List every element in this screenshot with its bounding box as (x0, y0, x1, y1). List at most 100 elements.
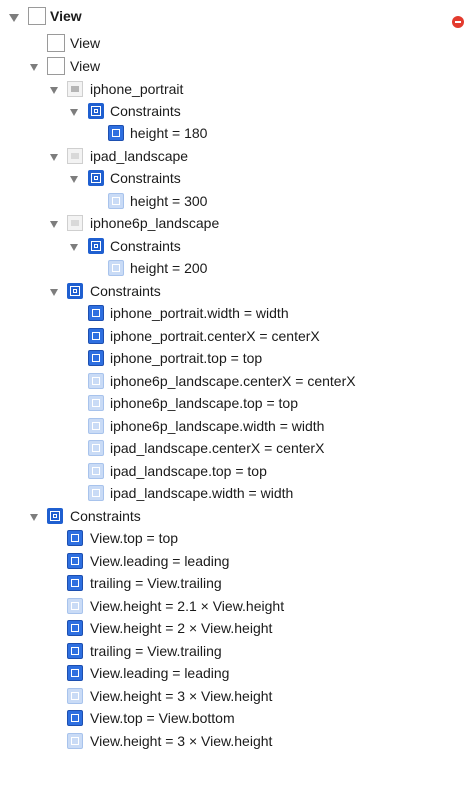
row-label: View.leading = leading (90, 553, 230, 569)
outline-row[interactable]: ipad_landscape.width = width (0, 482, 474, 504)
outline-row[interactable]: trailing = View.trailing (0, 640, 474, 662)
row-label: ipad_landscape.width = width (110, 485, 294, 501)
center-x-constraint-icon (88, 328, 104, 344)
outline-row[interactable]: iphone_portrait.centerX = centerX (0, 325, 474, 347)
row-label: View (50, 8, 82, 24)
row-label: View.height = 3 × View.height (90, 733, 273, 749)
row-label: iphone6p_landscape.centerX = centerX (110, 373, 356, 389)
row-label: View (70, 58, 101, 74)
width-constraint-icon (88, 485, 104, 501)
outline-row[interactable]: iphone6p_landscape.top = top (0, 392, 474, 414)
constraints-group-icon (88, 170, 104, 186)
outline-row[interactable]: View.leading = leading (0, 662, 474, 684)
row-label: iphone_portrait.top = top (110, 350, 263, 366)
row-label: Constraints (110, 238, 181, 254)
height-constraint-icon (108, 193, 124, 209)
outline-row[interactable]: View.leading = leading (0, 550, 474, 572)
height-constraint-icon (67, 688, 83, 704)
leading-constraint-icon (67, 665, 83, 681)
disclosure-triangle-icon[interactable] (70, 244, 78, 251)
document-outline-tree: View View View iphone_portrait Constraints he… (0, 0, 474, 786)
row-label: View (70, 35, 101, 51)
row-label: height = 200 (130, 260, 208, 276)
row-label: iphone_portrait.centerX = centerX (110, 328, 320, 344)
row-label: iphone6p_landscape.top = top (110, 395, 298, 411)
disclosure-triangle-icon[interactable] (50, 87, 58, 94)
disclosure-triangle-icon[interactable] (50, 221, 58, 228)
row-label: ipad_landscape.top = top (110, 463, 267, 479)
outline-row[interactable]: iphone6p_landscape.width = width (0, 415, 474, 437)
row-label: height = 180 (130, 125, 208, 141)
outline-row[interactable]: View.top = top (0, 527, 474, 549)
row-label: Constraints (110, 103, 181, 119)
row-label: iphone_portrait.width = width (110, 305, 289, 321)
outline-row[interactable]: View.height = 3 × View.height (0, 730, 474, 752)
outline-row[interactable]: ipad_landscape.top = top (0, 460, 474, 482)
constraints-group-icon (47, 508, 63, 524)
leading-constraint-icon (67, 553, 83, 569)
outline-row[interactable]: Constraints (0, 505, 474, 527)
row-label: ipad_landscape (90, 148, 189, 164)
disclosure-triangle-icon[interactable] (50, 154, 58, 161)
disclosure-triangle-icon[interactable] (50, 289, 58, 296)
row-label: iphone_portrait (90, 81, 184, 97)
width-constraint-icon (88, 305, 104, 321)
outline-row[interactable]: height = 300 (0, 190, 474, 212)
center-x-constraint-icon (88, 440, 104, 456)
outline-row[interactable]: View.height = 2.1 × View.height (0, 595, 474, 617)
row-label: iphone6p_landscape.width = width (110, 418, 325, 434)
height-constraint-icon (108, 260, 124, 276)
row-label: View.height = 2 × View.height (90, 620, 273, 636)
error-icon[interactable] (452, 16, 464, 28)
outline-row[interactable]: View (0, 32, 474, 54)
disclosure-triangle-icon[interactable] (70, 109, 78, 116)
outline-row[interactable]: Constraints (0, 167, 474, 189)
outline-row[interactable]: ipad_landscape.centerX = centerX (0, 437, 474, 459)
image-view-icon (67, 215, 83, 231)
outline-row[interactable]: iphone6p_landscape (0, 212, 474, 234)
disclosure-triangle-icon[interactable] (30, 514, 38, 521)
outline-row[interactable]: View (0, 55, 474, 77)
disclosure-triangle-icon[interactable] (9, 14, 19, 22)
height-constraint-icon (67, 598, 83, 614)
height-constraint-icon (108, 125, 124, 141)
disclosure-triangle-icon[interactable] (70, 176, 78, 183)
top-constraint-icon (88, 350, 104, 366)
outline-row[interactable]: height = 180 (0, 122, 474, 144)
width-constraint-icon (88, 418, 104, 434)
view-icon (47, 57, 65, 75)
row-label: View.top = top (90, 530, 179, 546)
top-constraint-icon (88, 463, 104, 479)
outline-row[interactable]: ipad_landscape (0, 145, 474, 167)
view-icon (47, 34, 65, 52)
row-label: height = 300 (130, 193, 208, 209)
trailing-constraint-icon (67, 575, 83, 591)
outline-row[interactable]: View.height = 2 × View.height (0, 617, 474, 639)
disclosure-triangle-icon[interactable] (30, 64, 38, 71)
row-label: View.height = 3 × View.height (90, 688, 273, 704)
height-constraint-icon (67, 733, 83, 749)
outline-row[interactable]: iphone_portrait.width = width (0, 302, 474, 324)
row-label: Constraints (110, 170, 181, 186)
row-label: trailing = View.trailing (90, 575, 222, 591)
row-label: View.leading = leading (90, 665, 230, 681)
outline-row[interactable]: View (0, 5, 474, 28)
row-label: View.top = View.bottom (90, 710, 235, 726)
outline-row[interactable]: iphone6p_landscape.centerX = centerX (0, 370, 474, 392)
outline-row[interactable]: height = 200 (0, 257, 474, 279)
outline-row[interactable]: View.top = View.bottom (0, 707, 474, 729)
outline-row[interactable]: trailing = View.trailing (0, 572, 474, 594)
outline-row[interactable]: Constraints (0, 100, 474, 122)
outline-row[interactable]: iphone_portrait (0, 78, 474, 100)
view-icon (28, 7, 46, 25)
row-label: View.height = 2.1 × View.height (90, 598, 285, 614)
constraints-group-icon (88, 238, 104, 254)
row-label: iphone6p_landscape (90, 215, 220, 231)
outline-row[interactable]: Constraints (0, 280, 474, 302)
image-view-icon (67, 148, 83, 164)
outline-row[interactable]: iphone_portrait.top = top (0, 347, 474, 369)
top-constraint-icon (88, 395, 104, 411)
outline-row[interactable]: Constraints (0, 235, 474, 257)
center-x-constraint-icon (88, 373, 104, 389)
outline-row[interactable]: View.height = 3 × View.height (0, 685, 474, 707)
